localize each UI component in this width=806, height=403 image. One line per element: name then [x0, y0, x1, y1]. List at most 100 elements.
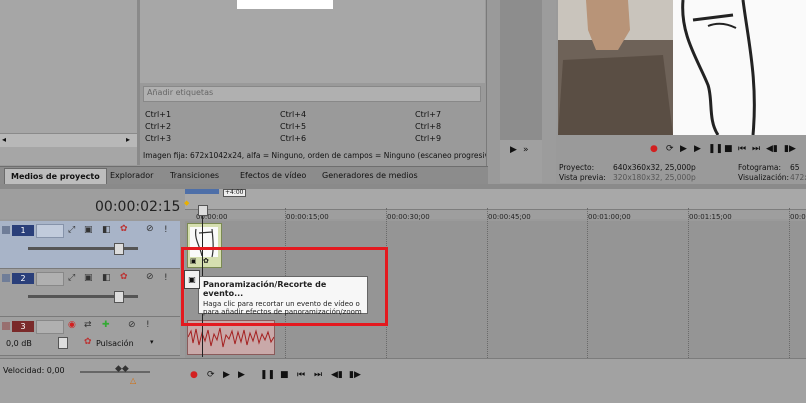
tab-medios-de-proyecto[interactable]: Medios de proyecto	[4, 168, 107, 184]
grid-line	[587, 208, 588, 358]
shortcut: Ctrl+6	[280, 134, 307, 143]
tab-generadores-de-medios[interactable]: Generadores de medios	[316, 168, 424, 183]
speed-thumb-icon[interactable]: ◆◆	[115, 364, 129, 374]
play-icon[interactable]: ▶	[238, 370, 245, 380]
trimmer-controls: ▶ »	[500, 140, 542, 183]
mute-icon[interactable]: ⊘	[146, 272, 154, 282]
go-end-icon[interactable]: ⏭	[752, 144, 760, 154]
panel-divider[interactable]	[542, 0, 556, 183]
playhead-handle[interactable]	[198, 205, 208, 216]
grid-line	[487, 208, 488, 358]
track-header-1[interactable]: 1 ⤢ ▣ ◧ ✿ ⊘ !	[0, 221, 180, 269]
marker-tag[interactable]: +4:00	[223, 189, 246, 197]
level-slider-thumb[interactable]	[114, 243, 124, 255]
speed-warning-icon: △	[130, 376, 137, 385]
explorer-scrollbar[interactable]: ◂ ▸	[0, 133, 137, 147]
record-icon[interactable]: ●	[650, 144, 658, 154]
solo-icon[interactable]: !	[146, 320, 150, 330]
fx-icon[interactable]: ✿	[120, 224, 128, 234]
ruler-label: 00:01:00;00	[588, 213, 631, 221]
tab-explorador[interactable]: Explorador	[104, 168, 159, 183]
go-start-icon[interactable]: ⏮	[738, 144, 746, 154]
cursor-flag-icon: ◆	[184, 199, 190, 207]
play-icon[interactable]: ▶	[694, 144, 701, 154]
track-collapse-icon[interactable]	[2, 274, 10, 282]
fx-icon[interactable]: ✿	[120, 272, 128, 282]
arm-record-icon[interactable]: ◉	[68, 320, 76, 330]
grid-line	[688, 208, 689, 358]
play-start-icon[interactable]: ▶	[680, 144, 687, 154]
dropdown-arrow-icon[interactable]: ▾	[150, 338, 154, 346]
track-collapse-icon[interactable]	[2, 226, 10, 234]
preview-transport: ● ⟳ ▶ ▶ ❚❚ ■ ⏮ ⏭ ◀▮ ▮▶	[558, 140, 806, 160]
loop-icon[interactable]: ⟳	[666, 144, 674, 154]
track-header-3[interactable]: 3 ◉ ⇄ ✚ ⊘ ! 0,0 dB ✿ Pulsación ▾	[0, 317, 180, 356]
waveform-path	[188, 327, 274, 348]
proyecto-label: Proyecto:	[559, 163, 595, 172]
composite-icon[interactable]: ◧	[102, 225, 111, 235]
fx-icon[interactable]: ✚	[102, 320, 110, 330]
play-icon[interactable]: ▶	[510, 145, 517, 155]
go-end-icon[interactable]: ⏭	[314, 370, 322, 380]
volume-slider-thumb[interactable]	[58, 337, 68, 349]
track-name-field[interactable]	[36, 272, 64, 286]
next-frame-icon[interactable]: ▮▶	[349, 370, 361, 380]
tab-efectos-de-video[interactable]: Efectos de vídeo	[234, 168, 312, 183]
volume-db: 0,0 dB	[6, 339, 32, 348]
mute-icon[interactable]: ⊘	[128, 320, 136, 330]
shortcut: Ctrl+9	[415, 134, 442, 143]
tag-input[interactable]: Añadir etiquetas	[143, 86, 481, 102]
next-frame-icon[interactable]: ▮▶	[784, 144, 796, 154]
media-thumbnail[interactable]	[237, 0, 333, 9]
shortcut: Ctrl+7	[415, 110, 442, 119]
play-start-icon[interactable]: ▶	[223, 370, 230, 380]
ruler-label: 00:00:45;00	[488, 213, 531, 221]
loop-icon[interactable]: ⟳	[207, 370, 215, 380]
track-header-2[interactable]: 2 ⤢ ▣ ◧ ✿ ⊘ !	[0, 269, 180, 317]
loop-region[interactable]	[185, 189, 219, 194]
tab-transiciones[interactable]: Transiciones	[164, 168, 225, 183]
highlight-box	[181, 247, 388, 326]
speed-label: Velocidad: 0,00	[3, 366, 65, 375]
video-preview	[558, 0, 806, 135]
mute-icon[interactable]: ⊘	[146, 224, 154, 234]
more-icon[interactable]: »	[523, 145, 529, 155]
pan-mode[interactable]: Pulsación	[96, 339, 134, 348]
stop-icon[interactable]: ■	[280, 370, 289, 380]
preview-info: Proyecto: 640x360x32, 25,000p Vista prev…	[558, 162, 806, 184]
timecode: 00:00:02:15	[95, 199, 181, 215]
motion-icon[interactable]: ⤢	[68, 225, 75, 235]
stop-icon[interactable]: ■	[724, 144, 733, 154]
track-collapse-icon[interactable]	[2, 322, 10, 330]
pause-icon[interactable]: ❚❚	[708, 144, 723, 154]
solo-icon[interactable]: !	[164, 225, 168, 235]
motion-icon[interactable]: ⤢	[68, 273, 75, 283]
track-number: 1	[12, 225, 34, 236]
shortcut: Ctrl+2	[145, 122, 172, 131]
solo-icon[interactable]: !	[164, 273, 168, 283]
preview-frame-svg	[558, 0, 806, 135]
invert-phase-icon[interactable]: ⇄	[84, 320, 92, 330]
prev-frame-icon[interactable]: ◀▮	[331, 370, 343, 380]
level-slider-thumb[interactable]	[114, 291, 124, 303]
go-start-icon[interactable]: ⏮	[297, 370, 305, 380]
scroll-right-icon[interactable]: ▸	[126, 135, 130, 144]
pan-crop-track-icon[interactable]: ▣	[84, 273, 93, 283]
pause-icon[interactable]: ❚❚	[260, 370, 275, 380]
scroll-left-icon[interactable]: ◂	[2, 135, 6, 144]
ruler-bar[interactable]: +4:00 ◆	[184, 189, 806, 210]
prev-frame-icon[interactable]: ◀▮	[766, 144, 778, 154]
frame-right	[673, 0, 806, 135]
panel-divider[interactable]	[486, 0, 499, 183]
track-name-field[interactable]	[36, 320, 64, 334]
shortcut: Ctrl+3	[145, 134, 172, 143]
media-info-line: Imagen fija: 672x1042x24, alfa = Ninguno…	[143, 151, 488, 160]
track-name-field[interactable]	[36, 224, 64, 238]
record-icon[interactable]: ●	[190, 370, 198, 380]
pan-crop-track-icon[interactable]: ▣	[84, 225, 93, 235]
fotograma-value: 65	[790, 163, 800, 172]
pan-knob-icon[interactable]: ✿	[84, 337, 92, 347]
ruler-label: 00:01:15;00	[689, 213, 732, 221]
fotograma-label: Fotograma:	[738, 163, 782, 172]
composite-icon[interactable]: ◧	[102, 273, 111, 283]
